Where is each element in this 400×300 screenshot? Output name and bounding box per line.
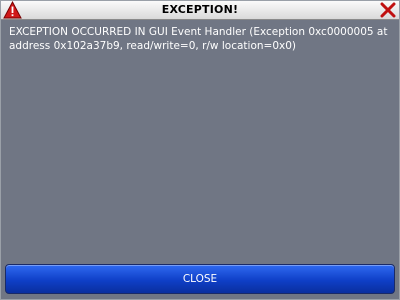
close-button[interactable]: CLOSE <box>5 264 395 294</box>
exception-message: EXCEPTION OCCURRED IN GUI Event Handler … <box>9 26 388 52</box>
exception-dialog: EXCEPTION! EXCEPTION OCCURRED IN GUI Eve… <box>0 0 400 300</box>
close-icon[interactable] <box>379 1 397 19</box>
dialog-titlebar: EXCEPTION! <box>1 1 399 20</box>
dialog-title: EXCEPTION! <box>161 3 239 16</box>
